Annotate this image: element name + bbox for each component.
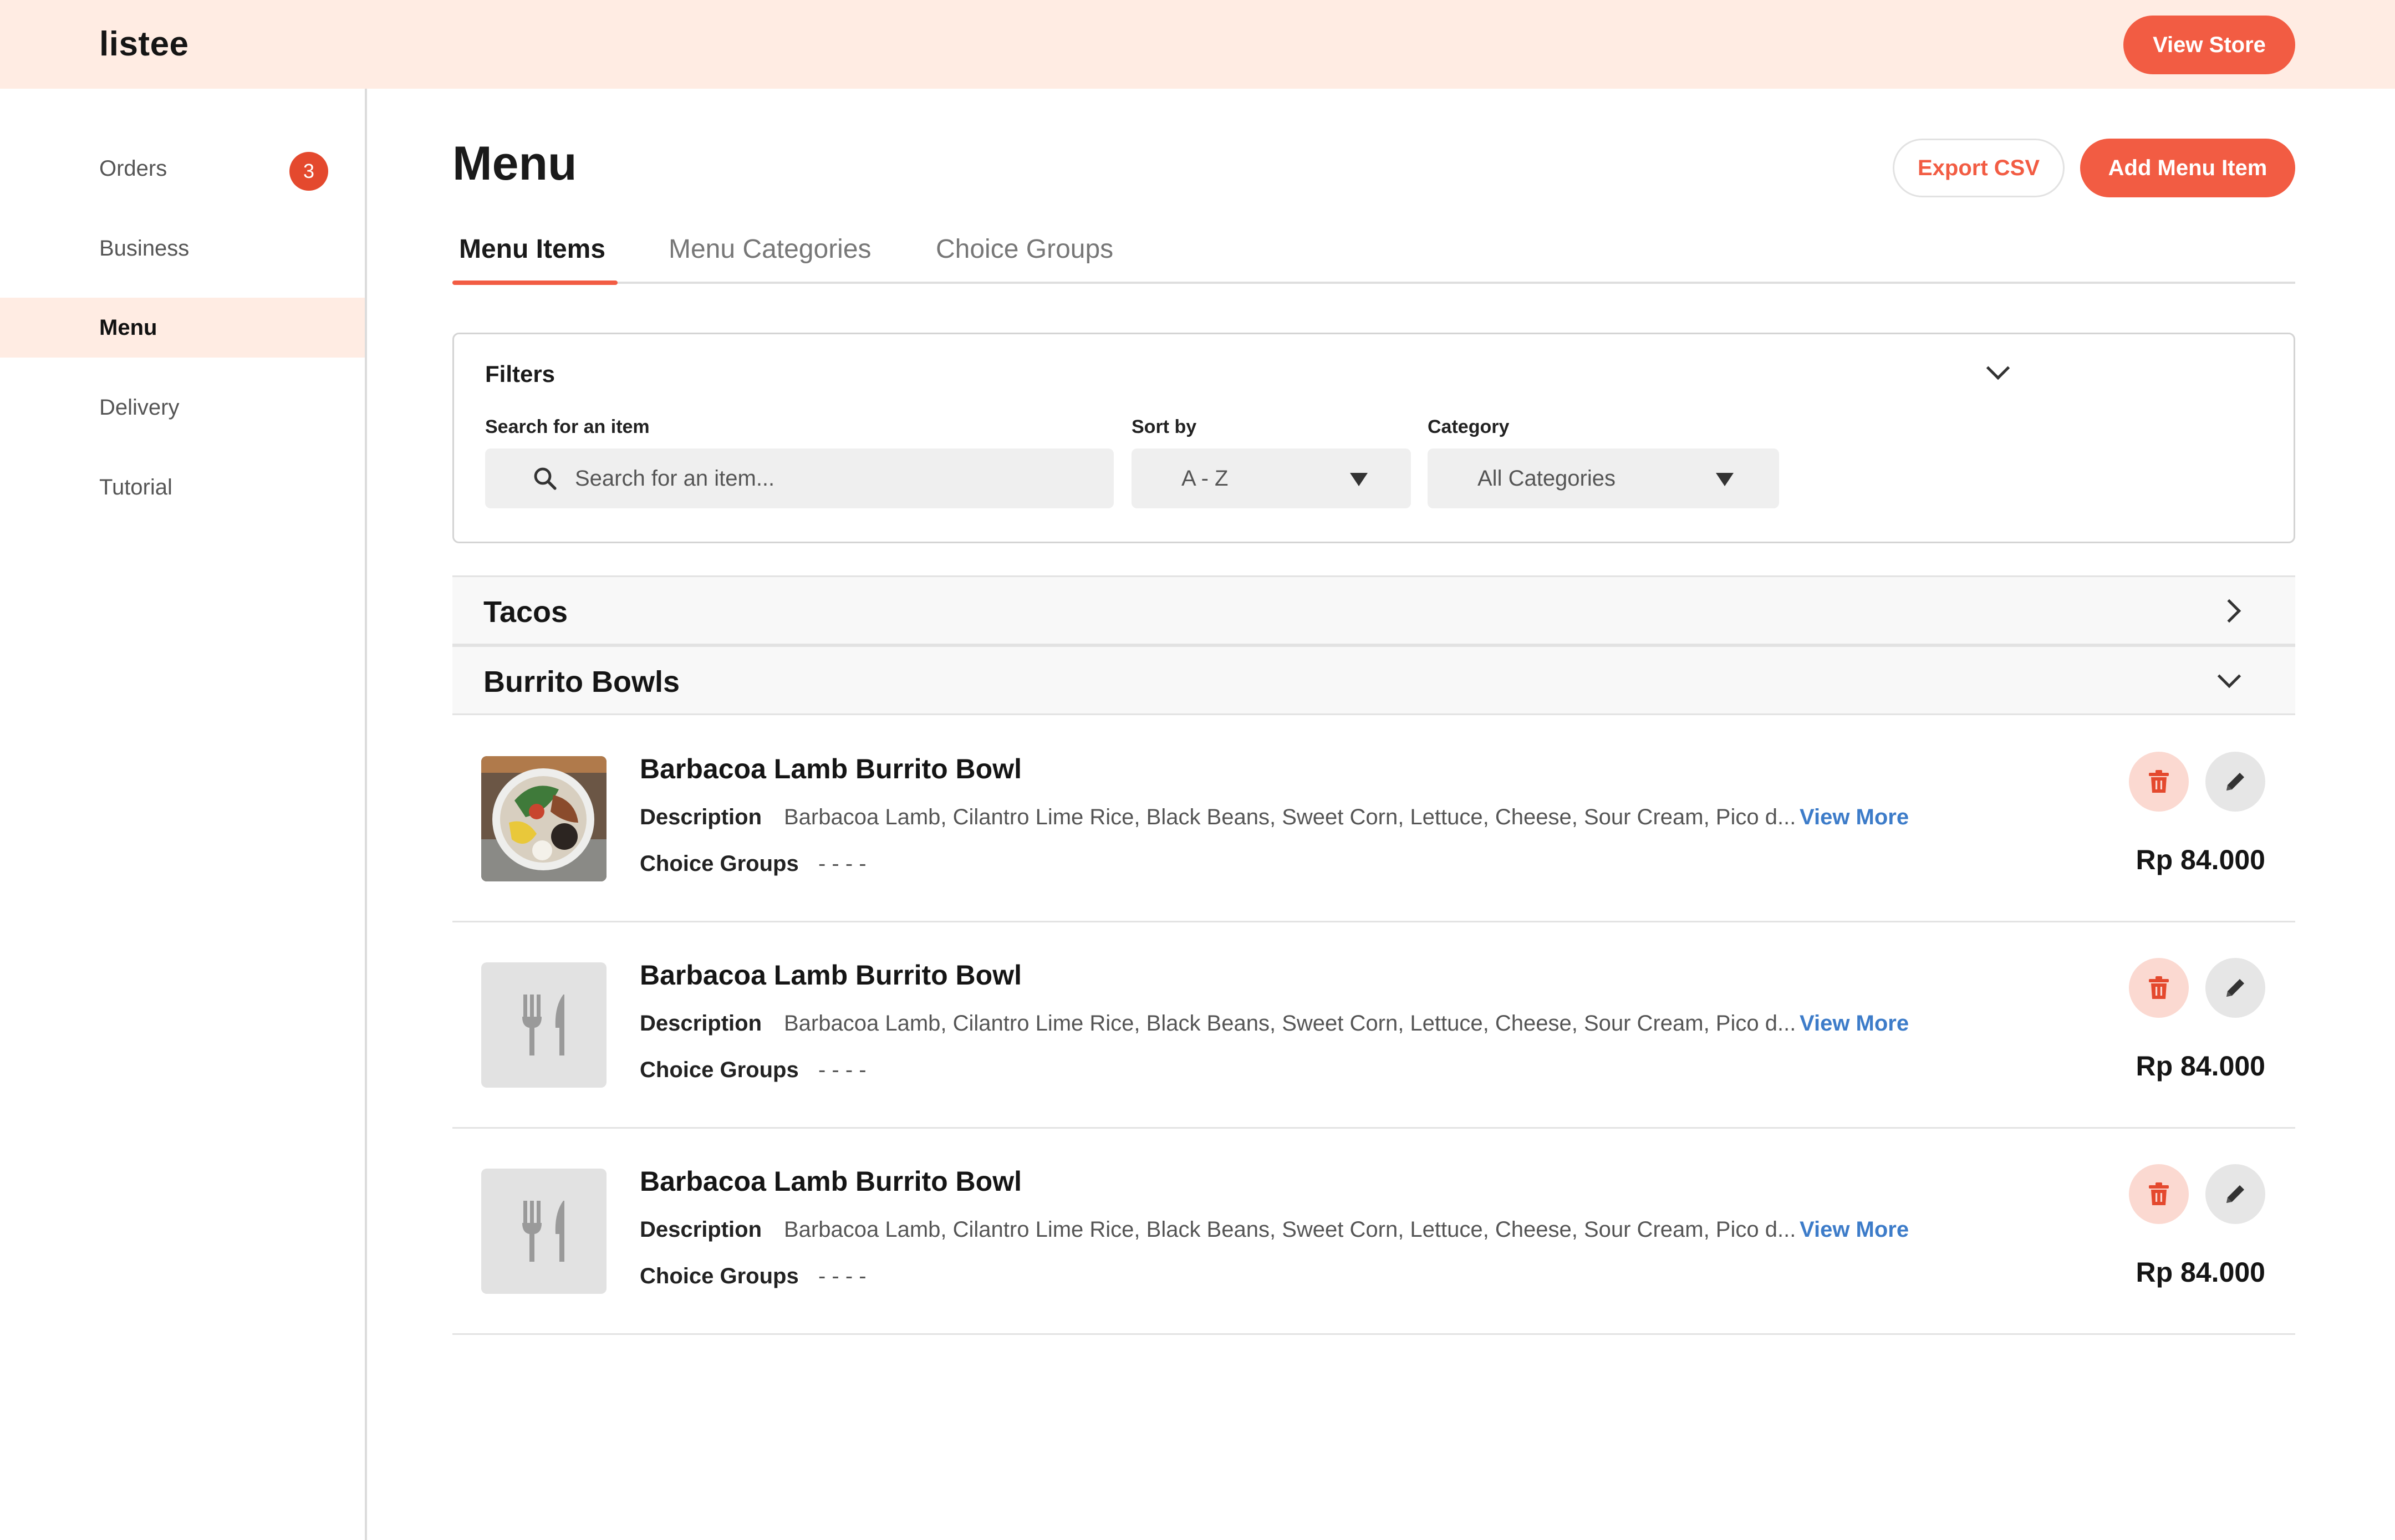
delete-button[interactable]: [2129, 752, 2189, 812]
sort-value: A - Z: [1181, 466, 1229, 491]
menu-item-row: Barbacoa Lamb Burrito Bowl Description B…: [452, 716, 2295, 922]
app-logo[interactable]: listee: [99, 24, 189, 64]
active-tab-indicator: [452, 281, 618, 285]
tab-label: Menu Categories: [669, 234, 872, 264]
item-photo: [481, 756, 607, 881]
export-csv-button[interactable]: Export CSV: [1893, 139, 2065, 197]
sidebar: Orders 3 Business Menu Delivery Tutorial: [0, 89, 367, 1540]
category-title: Tacos: [483, 595, 568, 629]
tab-label: Choice Groups: [936, 234, 1114, 264]
sidebar-item-label: Business: [99, 236, 190, 261]
choice-groups-label: Choice Groups: [640, 1264, 799, 1288]
caret-down-icon: [1716, 473, 1734, 486]
sidebar-item-label: Menu: [99, 315, 157, 340]
search-label: Search for an item: [485, 416, 650, 437]
choice-groups-label: Choice Groups: [640, 851, 799, 876]
view-store-button[interactable]: View Store: [2123, 16, 2295, 74]
trash-icon: [2149, 1182, 2169, 1205]
tab-menu-categories[interactable]: Menu Categories: [669, 234, 872, 264]
item-name: Barbacoa Lamb Burrito Bowl: [640, 960, 1022, 991]
sidebar-item-tutorial[interactable]: Tutorial: [0, 457, 365, 517]
category-row-burrito-bowls[interactable]: Burrito Bowls: [452, 645, 2295, 715]
sidebar-item-label: Delivery: [99, 395, 180, 420]
edit-button[interactable]: [2205, 1164, 2265, 1224]
burrito-bowl-photo: [481, 756, 607, 881]
delete-button[interactable]: [2129, 958, 2189, 1018]
choice-groups-value: - - - -: [818, 1264, 867, 1288]
edit-button[interactable]: [2205, 958, 2265, 1018]
sidebar-item-orders[interactable]: Orders 3: [0, 139, 365, 198]
item-name: Barbacoa Lamb Burrito Bowl: [640, 1166, 1022, 1197]
choice-groups-label: Choice Groups: [640, 1058, 799, 1082]
description-label: Description: [640, 805, 762, 829]
edit-button[interactable]: [2205, 752, 2265, 812]
view-more-link[interactable]: View More: [1800, 1011, 1909, 1036]
search-icon: [534, 467, 557, 490]
item-description: Barbacoa Lamb, Cilantro Lime Rice, Black…: [784, 1011, 1796, 1036]
choice-groups-value: - - - -: [818, 851, 867, 876]
pencil-icon: [2226, 1185, 2244, 1203]
pencil-icon: [2226, 979, 2244, 997]
sort-select[interactable]: A - Z: [1132, 448, 1411, 508]
tab-menu-items[interactable]: Menu Items: [459, 234, 605, 264]
filters-panel: Filters Search for an item Search for an…: [452, 333, 2295, 543]
page-title: Menu: [452, 137, 577, 190]
category-row-tacos[interactable]: Tacos: [452, 575, 2295, 645]
description-label: Description: [640, 1011, 762, 1036]
item-price: Rp 84.000: [2136, 1257, 2265, 1288]
view-more-link[interactable]: View More: [1800, 805, 1909, 830]
category-value: All Categories: [1477, 466, 1616, 491]
sidebar-item-menu[interactable]: Menu: [0, 298, 365, 358]
sidebar-item-business[interactable]: Business: [0, 218, 365, 278]
fork-knife-icon: [522, 1201, 564, 1262]
pencil-icon: [2226, 773, 2244, 791]
menu-item-row: Barbacoa Lamb Burrito Bowl Description B…: [452, 922, 2295, 1129]
sort-label: Sort by: [1132, 416, 1197, 437]
item-description: Barbacoa Lamb, Cilantro Lime Rice, Black…: [784, 1217, 1796, 1242]
fork-knife-icon: [522, 995, 564, 1055]
orders-count-badge: 3: [289, 152, 328, 191]
item-photo-placeholder: [481, 962, 607, 1088]
tab-bar: Menu Items Menu Categories Choice Groups: [452, 222, 2295, 285]
menu-item-row: Barbacoa Lamb Burrito Bowl Description B…: [452, 1129, 2295, 1335]
category-select[interactable]: All Categories: [1428, 448, 1779, 508]
trash-icon: [2149, 976, 2169, 999]
item-name: Barbacoa Lamb Burrito Bowl: [640, 753, 1022, 784]
sidebar-item-delivery[interactable]: Delivery: [0, 378, 365, 437]
item-photo-placeholder: [481, 1169, 607, 1294]
tab-label: Menu Items: [459, 234, 606, 264]
delete-button[interactable]: [2129, 1164, 2189, 1224]
item-price: Rp 84.000: [2136, 1051, 2265, 1082]
search-input[interactable]: Search for an item...: [485, 448, 1114, 508]
chevron-right-icon[interactable]: [2217, 599, 2241, 623]
sidebar-item-label: Orders: [99, 156, 167, 181]
chevron-down-icon[interactable]: [2217, 664, 2241, 689]
trash-icon: [2149, 770, 2169, 793]
search-placeholder: Search for an item...: [575, 466, 775, 491]
view-more-link[interactable]: View More: [1800, 1217, 1909, 1242]
filters-title: Filters: [485, 361, 556, 387]
add-menu-item-button[interactable]: Add Menu Item: [2080, 139, 2295, 197]
category-title: Burrito Bowls: [483, 665, 680, 698]
item-price: Rp 84.000: [2136, 844, 2265, 875]
top-bar: listee View Store: [0, 0, 2395, 89]
sidebar-item-label: Tutorial: [99, 475, 172, 499]
choice-groups-value: - - - -: [818, 1058, 867, 1082]
description-label: Description: [640, 1217, 762, 1242]
category-label: Category: [1428, 416, 1510, 437]
chevron-down-icon[interactable]: [1986, 356, 2010, 380]
tab-choice-groups[interactable]: Choice Groups: [936, 234, 1113, 264]
caret-down-icon: [1350, 473, 1368, 486]
item-description: Barbacoa Lamb, Cilantro Lime Rice, Black…: [784, 805, 1796, 829]
